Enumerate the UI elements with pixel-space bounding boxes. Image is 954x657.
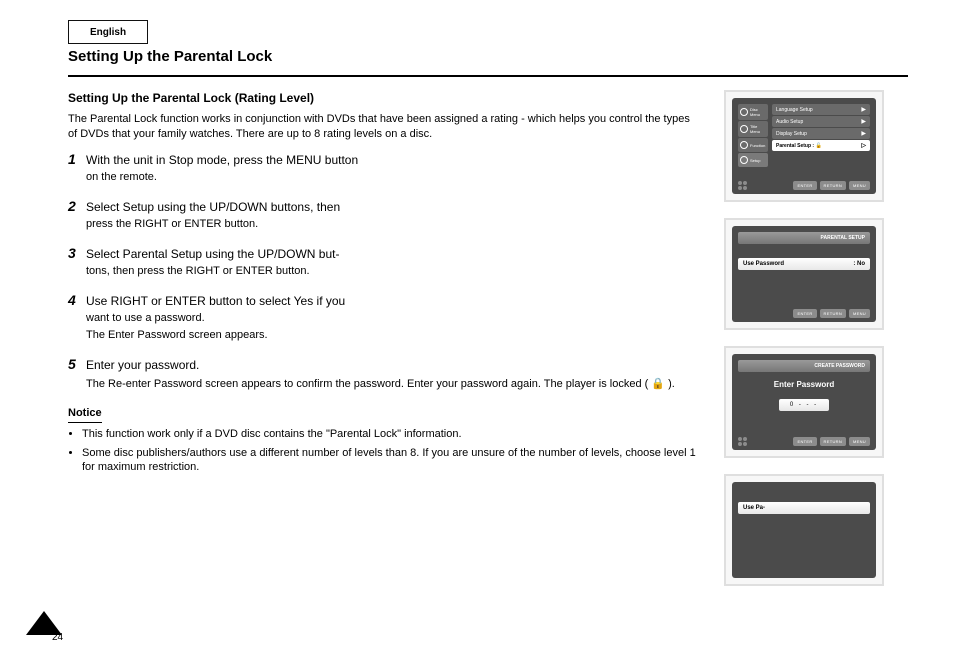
step-number: 1 (68, 150, 86, 169)
osd-side-item: Function (738, 138, 768, 152)
step-5: 5 Enter your password. The Re-enter Pass… (68, 355, 700, 392)
osd-side-label: Setup (750, 158, 760, 163)
menu-icon (740, 125, 748, 133)
osd-field-row: Use Password : No (738, 258, 870, 270)
notice-item: Some disc publishers/authors use a diffe… (82, 446, 700, 476)
osd-main-item: Audio Setup ▶ (772, 116, 870, 127)
notice-block: Notice This function work only if a DVD … (68, 406, 700, 475)
page-heading: Setting Up the Parental Lock (68, 48, 272, 65)
step-text: press the RIGHT or ENTER button. (86, 217, 340, 232)
step-text: Select Parental Setup using the UP/DOWN … (86, 246, 339, 262)
menu-icon (740, 141, 748, 149)
osd-side-menu: Disc Menu Title Menu Function Setup (738, 104, 768, 167)
step-text: The Enter Password screen appears. (86, 328, 345, 343)
osd-side-item-selected: Setup (738, 153, 768, 167)
section-subtitle: Setting Up the Parental Lock (Rating Lev… (68, 90, 700, 106)
osd-field-row: Use Pa- (738, 502, 870, 514)
osd-side-label: Title Menu (750, 124, 766, 134)
osd-button-bar (738, 570, 870, 574)
osd-button-bar: ENTER RETURN MENU (738, 433, 870, 446)
osd-menu-button: MENU (849, 437, 870, 446)
screenshot-setup-menu: Disc Menu Title Menu Function Setup Lang… (724, 90, 884, 202)
osd-main-label: Audio Setup (776, 119, 803, 125)
osd-field-value: : No (853, 261, 865, 267)
osd-main-item-highlight: Parental Setup : 🔓 ▷ (772, 140, 870, 151)
step-text: With the unit in Stop mode, press the ME… (86, 152, 358, 168)
chevron-right-icon: ▶ (861, 130, 866, 137)
chevron-right-icon: ▷ (861, 142, 866, 149)
step-number: 3 (68, 244, 86, 263)
heading-rule (68, 75, 908, 77)
osd-main-label: Language Setup (776, 107, 813, 113)
osd-button-bar: ENTER RETURN MENU (738, 305, 870, 318)
step-detail: The Re-enter Password screen appears to … (86, 377, 700, 392)
osd-main-item: Language Setup ▶ (772, 104, 870, 115)
dpad-icon (738, 181, 750, 190)
screenshot-create-password: CREATE PASSWORD Enter Password 0 - - - E… (724, 346, 884, 458)
osd-main-label: Parental Setup : 🔓 (776, 143, 822, 149)
osd-enter-button: ENTER (793, 309, 816, 318)
notice-title: Notice (68, 406, 102, 423)
intro-text: The Parental Lock function works in conj… (68, 112, 700, 142)
osd-return-button: RETURN (820, 181, 846, 190)
chevron-right-icon: ▶ (861, 118, 866, 125)
screenshot-parental-setup: PARENTAL SETUP Use Password : No ENTER R… (724, 218, 884, 330)
notice-item: This function work only if a DVD disc co… (82, 427, 700, 442)
osd-prompt: Enter Password (738, 380, 870, 389)
page-number: 24 (52, 632, 63, 643)
osd-main-menu: Language Setup ▶ Audio Setup ▶ Display Set… (772, 104, 870, 167)
osd-menu-button: MENU (849, 309, 870, 318)
osd-field-label: Use Password (743, 261, 784, 267)
step-text: Enter your password. (86, 357, 199, 373)
gear-icon (740, 156, 748, 164)
osd-menu-button: MENU (849, 181, 870, 190)
step-3: 3 Select Parental Setup using the UP/DOW… (68, 244, 700, 281)
main-content: Setting Up the Parental Lock (Rating Lev… (68, 90, 700, 479)
step-1: 1 With the unit in Stop mode, press the … (68, 150, 700, 187)
screenshot-locked-row: Use Pa- (724, 474, 884, 586)
step-text: want to use a password. (86, 311, 345, 326)
step-number: 2 (68, 197, 86, 216)
osd-enter-button: ENTER (793, 181, 816, 190)
osd-return-button: RETURN (820, 437, 846, 446)
step-4: 4 Use RIGHT or ENTER button to select Ye… (68, 291, 700, 345)
screenshots-column: Disc Menu Title Menu Function Setup Lang… (724, 90, 908, 586)
osd-side-item: Disc Menu (738, 104, 768, 120)
osd-button-bar: ENTER RETURN MENU (738, 177, 870, 190)
osd-screen-title: CREATE PASSWORD (738, 360, 870, 372)
step-list: 1 With the unit in Stop mode, press the … (68, 150, 700, 392)
dpad-icon (738, 437, 750, 446)
osd-main-label: Display Setup (776, 131, 807, 137)
lock-open-icon: 🔓 (815, 143, 821, 149)
page-tab: English (68, 20, 148, 44)
osd-side-label: Function (750, 143, 765, 148)
osd-password-field: 0 - - - (779, 399, 829, 411)
step-number: 4 (68, 291, 86, 310)
osd-side-item: Title Menu (738, 121, 768, 137)
step-2: 2 Select Setup using the UP/DOWN buttons… (68, 197, 700, 234)
chevron-right-icon: ▶ (861, 106, 866, 113)
osd-screen-title: PARENTAL SETUP (738, 232, 870, 244)
step-text: Use RIGHT or ENTER button to select Yes … (86, 293, 345, 309)
osd-return-button: RETURN (820, 309, 846, 318)
osd-enter-button: ENTER (793, 437, 816, 446)
step-text: tons, then press the RIGHT or ENTER butt… (86, 264, 339, 279)
osd-main-item: Display Setup ▶ (772, 128, 870, 139)
menu-icon (740, 108, 748, 116)
osd-side-label: Disc Menu (750, 107, 766, 117)
step-number: 5 (68, 355, 86, 374)
step-text: on the remote. (86, 170, 358, 185)
step-text: Select Setup using the UP/DOWN buttons, … (86, 199, 340, 215)
